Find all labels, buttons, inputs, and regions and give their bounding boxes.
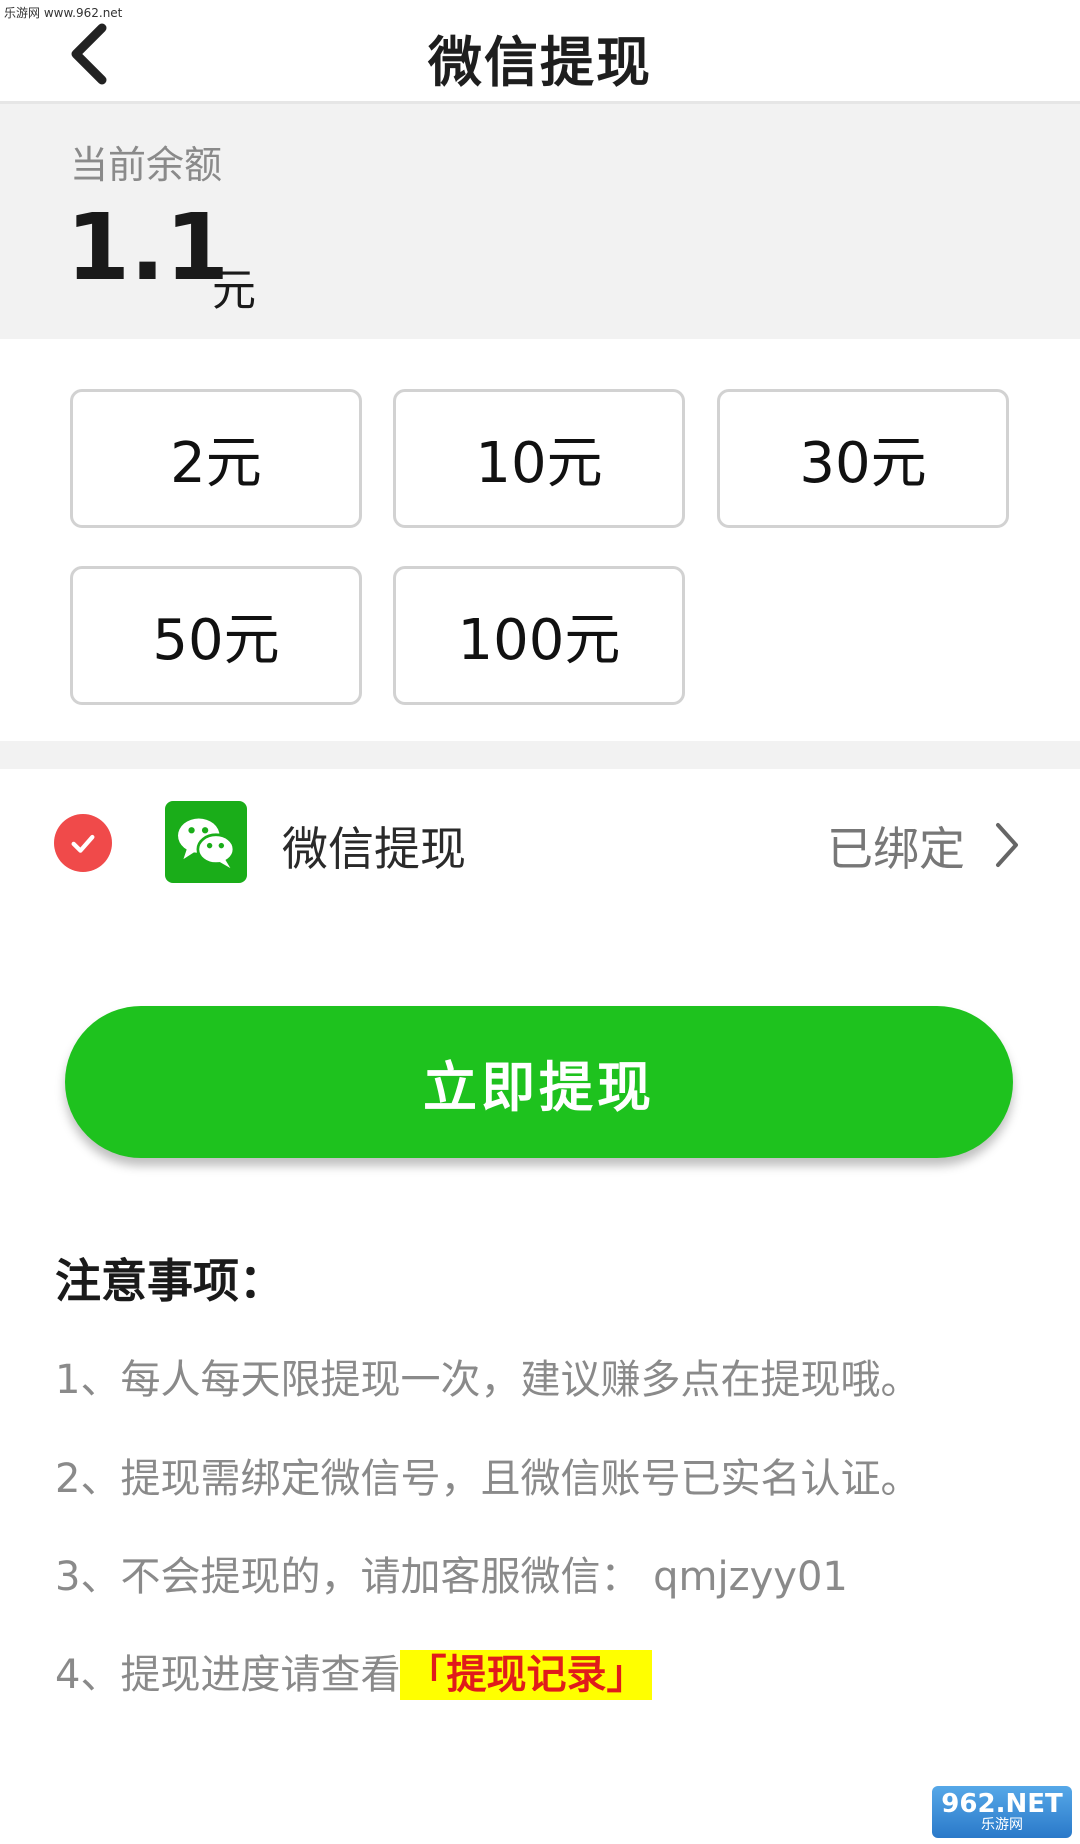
watermark-text: 乐游网 www.962.net (4, 6, 123, 20)
note-item-2: 2、提现需绑定微信号，且微信账号已实名认证。 (55, 1456, 921, 1502)
note-item-3: 3、不会提现的，请加客服微信： qmjzyy01 (55, 1554, 848, 1600)
balance-panel: 当前余额 1.1 元 (0, 104, 1080, 339)
payment-method-label: 微信提现 (282, 822, 466, 876)
withdraw-page: 微信提现 乐游网 www.962.net 当前余额 1.1 元 2元 10元 3… (0, 0, 1080, 1844)
wechat-icon (165, 801, 247, 883)
header-bar: 微信提现 (0, 0, 1080, 104)
note-item-1: 1、每人每天限提现一次，建议赚多点在提现哦。 (55, 1357, 921, 1403)
checkmark-icon[interactable] (54, 814, 112, 872)
note-item-4-text: 4、提现进度请查看 (55, 1652, 401, 1698)
page-title: 微信提现 (428, 31, 652, 94)
amount-option-50[interactable]: 50元 (70, 566, 362, 705)
amount-options: 2元 10元 30元 50元 100元 (0, 339, 1080, 741)
balance-amount: 1.1 (66, 194, 229, 301)
note-item-4: 4、提现进度请查看 「提现记录」 (55, 1642, 653, 1700)
balance-label: 当前余额 (70, 143, 223, 187)
section-divider (0, 741, 1080, 769)
watermark-logo-sub: 乐游网 (981, 1817, 1023, 1834)
payment-method-row[interactable]: 微信提现 已绑定 (0, 769, 1080, 917)
watermark-logo: 962.NET 乐游网 (932, 1786, 1072, 1838)
withdraw-now-button[interactable]: 立即提现 (65, 1006, 1013, 1158)
amount-option-30[interactable]: 30元 (717, 389, 1009, 528)
balance-unit: 元 (212, 265, 256, 316)
binding-status: 已绑定 (827, 822, 965, 876)
notes-title: 注意事项： (55, 1254, 285, 1308)
amount-option-100[interactable]: 100元 (393, 566, 685, 705)
amount-option-2[interactable]: 2元 (70, 389, 362, 528)
amount-option-10[interactable]: 10元 (393, 389, 685, 528)
withdraw-records-link[interactable]: 「提现记录」 (400, 1650, 653, 1700)
chevron-right-icon (996, 823, 1018, 867)
watermark-logo-text: 962.NET (941, 1789, 1063, 1819)
